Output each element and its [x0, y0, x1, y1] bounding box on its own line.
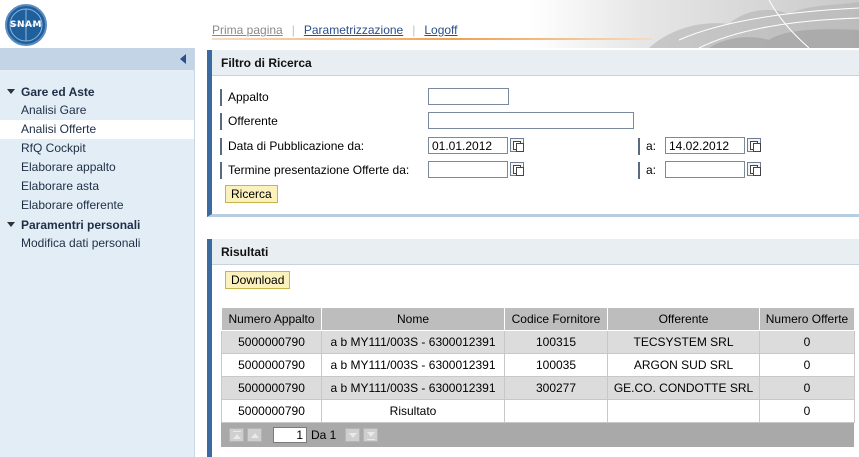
table-cell: 0 [759, 376, 855, 400]
first-page-icon[interactable] [229, 428, 244, 442]
table-cell: 5000000790 [221, 399, 322, 423]
table-cell: 5000000790 [221, 353, 322, 377]
sidebar-item-elaborare-appalto[interactable]: Elaborare appalto [0, 158, 194, 177]
expand-triangle-icon [7, 89, 15, 94]
sidebar-item-analisi-gare[interactable]: Analisi Gare [0, 101, 194, 120]
table-cell: 300277 [504, 376, 608, 400]
appalto-input[interactable] [428, 88, 509, 105]
results-panel: Risultati Download Numero Appalto Nome C… [207, 239, 859, 457]
table-header-row: Numero Appalto Nome Codice Fornitore Off… [221, 307, 855, 331]
sidebar-toolbar [0, 48, 194, 70]
logo-text: SNAM [10, 20, 42, 30]
download-button[interactable]: Download [225, 271, 291, 289]
offerente-label: Offerente [220, 112, 278, 130]
pubblicazione-from-input[interactable] [428, 137, 508, 154]
appalto-row: Appalto [220, 88, 269, 106]
sidebar-item-elaborare-asta[interactable]: Elaborare asta [0, 177, 194, 196]
pubblicazione-label: Data di Pubblicazione da: [220, 137, 364, 155]
table-cell: 0 [759, 399, 855, 423]
sidebar-item-analisi-offerte[interactable]: Analisi Offerte [0, 120, 194, 139]
nav-separator: | [412, 23, 416, 37]
sidebar-group-label: Paramentri personali [21, 217, 141, 232]
previous-page-icon[interactable] [247, 428, 262, 442]
termine-to-row: a: [638, 161, 656, 179]
sidebar-item-rfq-cockpit[interactable]: RfQ Cockpit [0, 139, 194, 158]
pubblicazione-row: Data di Pubblicazione da: [220, 137, 364, 155]
termine-label: Termine presentazione Offerte da: [220, 161, 409, 179]
next-page-icon[interactable] [345, 428, 360, 442]
sidebar-navigation: Gare ed Aste Analisi Gare Analisi Offert… [0, 70, 194, 253]
appalto-label: Appalto [220, 88, 269, 106]
sidebar-group-label: Gare ed Aste [21, 84, 95, 99]
sidebar-group-paramentri-personali[interactable]: Paramentri personali [0, 215, 194, 234]
top-navigation: Prima pagina | Parametrizzazione | Logof… [212, 23, 458, 37]
table-cell: TECSYSTEM SRL [607, 330, 760, 354]
table-cell: a b MY111/003S - 6300012391 [321, 330, 505, 354]
table-summary-row[interactable]: 5000000790 Risultato 0 [221, 399, 855, 423]
nav-link-parametrizzazione[interactable]: Parametrizzazione [304, 23, 403, 37]
table-cell: Risultato [321, 399, 505, 423]
page-count-label: Da 1 [311, 428, 337, 442]
table-row[interactable]: 5000000790 a b MY111/003S - 6300012391 3… [221, 376, 855, 400]
sidebar-group-gare-ed-aste[interactable]: Gare ed Aste [0, 82, 194, 101]
table-cell: 0 [759, 353, 855, 377]
table-cell: GE.CO. CONDOTTE SRL [607, 376, 760, 400]
nav-link-prima-pagina[interactable]: Prima pagina [212, 23, 283, 37]
table-row[interactable]: 5000000790 a b MY111/003S - 6300012391 1… [221, 330, 855, 354]
offerente-row: Offerente [220, 112, 278, 130]
offerente-input[interactable] [428, 112, 634, 129]
table-row[interactable]: 5000000790 a b MY111/003S - 6300012391 1… [221, 353, 855, 377]
pubblicazione-to-input[interactable] [665, 137, 745, 154]
table-cell [607, 399, 760, 423]
table-cell: 0 [759, 330, 855, 354]
filter-panel-title: Filtro di Ricerca [212, 50, 859, 76]
calendar-icon[interactable] [747, 162, 761, 176]
termine-to-input[interactable] [665, 161, 745, 178]
ricerca-button[interactable]: Ricerca [225, 185, 278, 203]
snam-logo: SNAM [5, 4, 47, 46]
column-header[interactable]: Codice Fornitore [504, 307, 608, 331]
table-cell: a b MY111/003S - 6300012391 [321, 376, 505, 400]
column-header[interactable]: Numero Offerte [759, 307, 855, 331]
termine-row: Termine presentazione Offerte da: [220, 161, 409, 179]
sidebar-item-modifica-dati-personali[interactable]: Modifica dati personali [0, 234, 194, 253]
pubblicazione-to-label: a: [638, 137, 656, 155]
nav-separator: | [291, 23, 295, 37]
results-panel-title: Risultati [212, 239, 859, 265]
app-header: SNAM Prima pagina | Parametrizzazione | … [0, 0, 859, 48]
column-header[interactable]: Nome [321, 307, 505, 331]
sidebar: Gare ed Aste Analisi Gare Analisi Offert… [0, 48, 195, 457]
expand-triangle-icon [7, 222, 15, 227]
calendar-icon[interactable] [510, 138, 524, 152]
column-header[interactable]: Offerente [607, 307, 760, 331]
calendar-icon[interactable] [747, 138, 761, 152]
table-cell: a b MY111/003S - 6300012391 [321, 353, 505, 377]
table-cell: 5000000790 [221, 376, 322, 400]
column-header[interactable]: Numero Appalto [221, 307, 322, 331]
sidebar-item-elaborare-offerente[interactable]: Elaborare offerente [0, 196, 194, 215]
calendar-icon[interactable] [510, 162, 524, 176]
collapse-left-icon[interactable] [180, 54, 186, 64]
pubblicazione-to-row: a: [638, 137, 656, 155]
table-cell: ARGON SUD SRL [607, 353, 760, 377]
header-divider [212, 38, 652, 40]
table-cell: 100035 [504, 353, 608, 377]
termine-from-input[interactable] [428, 161, 508, 178]
map-decoration [529, 0, 859, 48]
page-number-input[interactable] [273, 427, 307, 443]
table-cell: 5000000790 [221, 330, 322, 354]
last-page-icon[interactable] [363, 428, 378, 442]
results-table: Numero Appalto Nome Codice Fornitore Off… [221, 307, 855, 423]
table-pager: Da 1 [221, 423, 854, 447]
nav-link-logoff[interactable]: Logoff [424, 23, 457, 37]
termine-to-label: a: [638, 161, 656, 179]
table-cell [504, 399, 608, 423]
filter-panel: Filtro di Ricerca Appalto Offerente Data… [207, 50, 859, 217]
table-cell: 100315 [504, 330, 608, 354]
